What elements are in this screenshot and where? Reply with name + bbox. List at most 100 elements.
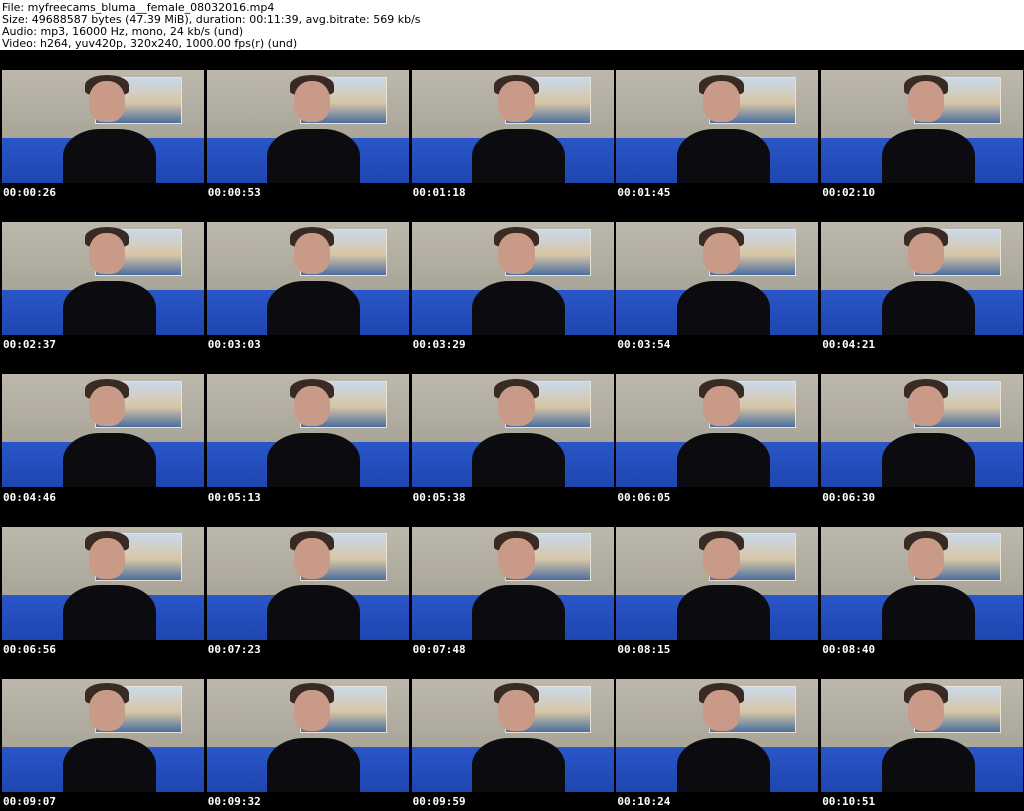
video-frame-thumbnail xyxy=(206,222,409,336)
file-info-header: File: myfreecams_bluma__female_08032016.… xyxy=(0,0,1024,50)
video-frame-thumbnail xyxy=(616,526,819,640)
thumbnail-cell: 00:05:13 xyxy=(205,354,410,506)
video-frame-thumbnail xyxy=(206,70,409,183)
person-head-shape xyxy=(498,537,535,579)
thumbnail-cell: 00:06:05 xyxy=(614,354,819,506)
thumbnail-grid: 00:00:26 00:00:53 00:01:18 00:01:45 00:02:10… xyxy=(0,50,1024,811)
person-body-shape xyxy=(62,280,156,336)
thumbnail-timestamp: 00:08:15 xyxy=(617,642,671,656)
person-body-shape xyxy=(62,128,156,183)
video-frame-thumbnail xyxy=(821,222,1024,336)
person-head-shape xyxy=(498,81,535,122)
person-body-shape xyxy=(676,585,770,640)
person-head-shape xyxy=(293,81,331,122)
person-head-shape xyxy=(88,537,126,579)
thumbnail-timestamp: 00:06:56 xyxy=(3,642,56,656)
video-frame-thumbnail xyxy=(821,678,1024,792)
video-frame-thumbnail xyxy=(821,70,1024,183)
video-frame-thumbnail xyxy=(206,678,409,792)
thumbnail-cell: 00:02:37 xyxy=(0,202,205,354)
video-frame-thumbnail xyxy=(411,678,614,792)
person-body-shape xyxy=(267,737,361,792)
thumbnail-timestamp: 00:02:37 xyxy=(3,338,56,352)
person-head-shape xyxy=(293,385,331,427)
person-head-shape xyxy=(498,233,535,275)
person-body-shape xyxy=(472,433,566,488)
thumbnail-timestamp: 00:05:38 xyxy=(412,490,466,504)
thumbnail-timestamp: 00:01:45 xyxy=(617,186,671,200)
video-frame-thumbnail xyxy=(2,222,204,336)
person-head-shape xyxy=(703,385,740,427)
thumbnail-cell: 00:10:24 xyxy=(614,659,819,811)
thumbnail-timestamp: 00:07:48 xyxy=(412,642,466,656)
thumbnail-timestamp: 00:03:29 xyxy=(412,338,466,352)
thumbnail-cell: 00:02:10 xyxy=(819,50,1024,202)
thumbnail-cell: 00:10:51 xyxy=(819,659,1024,811)
person-head-shape xyxy=(703,81,740,122)
person-head-shape xyxy=(908,690,945,731)
person-body-shape xyxy=(62,585,156,640)
person-head-shape xyxy=(908,385,945,427)
person-body-shape xyxy=(881,128,975,183)
video-frame-thumbnail xyxy=(206,526,409,640)
thumbnail-cell: 00:06:30 xyxy=(819,354,1024,506)
person-head-shape xyxy=(88,385,126,427)
person-body-shape xyxy=(267,128,361,183)
thumbnail-cell: 00:01:18 xyxy=(410,50,615,202)
video-frame-thumbnail xyxy=(2,374,204,488)
person-head-shape xyxy=(908,233,945,275)
thumbnail-timestamp: 00:10:51 xyxy=(822,794,876,808)
thumbnail-cell: 00:09:32 xyxy=(205,659,410,811)
thumbnail-cell: 00:09:59 xyxy=(410,659,615,811)
video-frame-thumbnail xyxy=(2,526,204,640)
person-body-shape xyxy=(881,280,975,336)
person-head-shape xyxy=(703,537,740,579)
person-body-shape xyxy=(472,128,566,183)
person-body-shape xyxy=(62,737,156,792)
person-head-shape xyxy=(703,233,740,275)
video-frame-thumbnail xyxy=(2,678,204,792)
person-body-shape xyxy=(881,585,975,640)
thumbnail-cell: 00:03:29 xyxy=(410,202,615,354)
video-frame-thumbnail xyxy=(616,222,819,336)
person-head-shape xyxy=(293,233,331,275)
person-head-shape xyxy=(88,233,126,275)
thumbnail-cell: 00:07:23 xyxy=(205,507,410,659)
person-head-shape xyxy=(498,385,535,427)
person-head-shape xyxy=(703,690,740,731)
thumbnail-timestamp: 00:09:32 xyxy=(207,794,261,808)
thumbnail-timestamp: 00:00:53 xyxy=(207,186,261,200)
thumbnail-timestamp: 00:01:18 xyxy=(412,186,466,200)
thumbnail-timestamp: 00:04:46 xyxy=(3,490,56,504)
thumbnail-timestamp: 00:09:07 xyxy=(3,794,56,808)
thumbnail-cell: 00:08:40 xyxy=(819,507,1024,659)
thumbnail-cell: 00:00:53 xyxy=(205,50,410,202)
thumbnail-timestamp: 00:03:54 xyxy=(617,338,671,352)
thumbnail-cell: 00:07:48 xyxy=(410,507,615,659)
video-frame-thumbnail xyxy=(2,70,204,183)
thumbnail-cell: 00:00:26 xyxy=(0,50,205,202)
thumbnail-timestamp: 00:00:26 xyxy=(3,186,56,200)
video-frame-thumbnail xyxy=(821,526,1024,640)
thumbnail-cell: 00:03:54 xyxy=(614,202,819,354)
person-body-shape xyxy=(881,737,975,792)
person-body-shape xyxy=(267,280,361,336)
person-body-shape xyxy=(267,585,361,640)
person-body-shape xyxy=(472,585,566,640)
thumbnail-timestamp: 00:02:10 xyxy=(822,186,876,200)
video-frame-thumbnail xyxy=(616,374,819,488)
video-frame-thumbnail xyxy=(411,374,614,488)
thumbnail-timestamp: 00:09:59 xyxy=(412,794,466,808)
thumbnail-cell: 00:03:03 xyxy=(205,202,410,354)
person-body-shape xyxy=(676,737,770,792)
thumbnail-timestamp: 00:07:23 xyxy=(207,642,261,656)
video-frame-thumbnail xyxy=(411,526,614,640)
person-head-shape xyxy=(88,81,126,122)
thumbnail-cell: 00:01:45 xyxy=(614,50,819,202)
video-frame-thumbnail xyxy=(616,678,819,792)
thumbnail-timestamp: 00:03:03 xyxy=(207,338,261,352)
person-head-shape xyxy=(908,537,945,579)
person-body-shape xyxy=(472,280,566,336)
person-body-shape xyxy=(881,433,975,488)
thumbnail-timestamp: 00:04:21 xyxy=(822,338,876,352)
